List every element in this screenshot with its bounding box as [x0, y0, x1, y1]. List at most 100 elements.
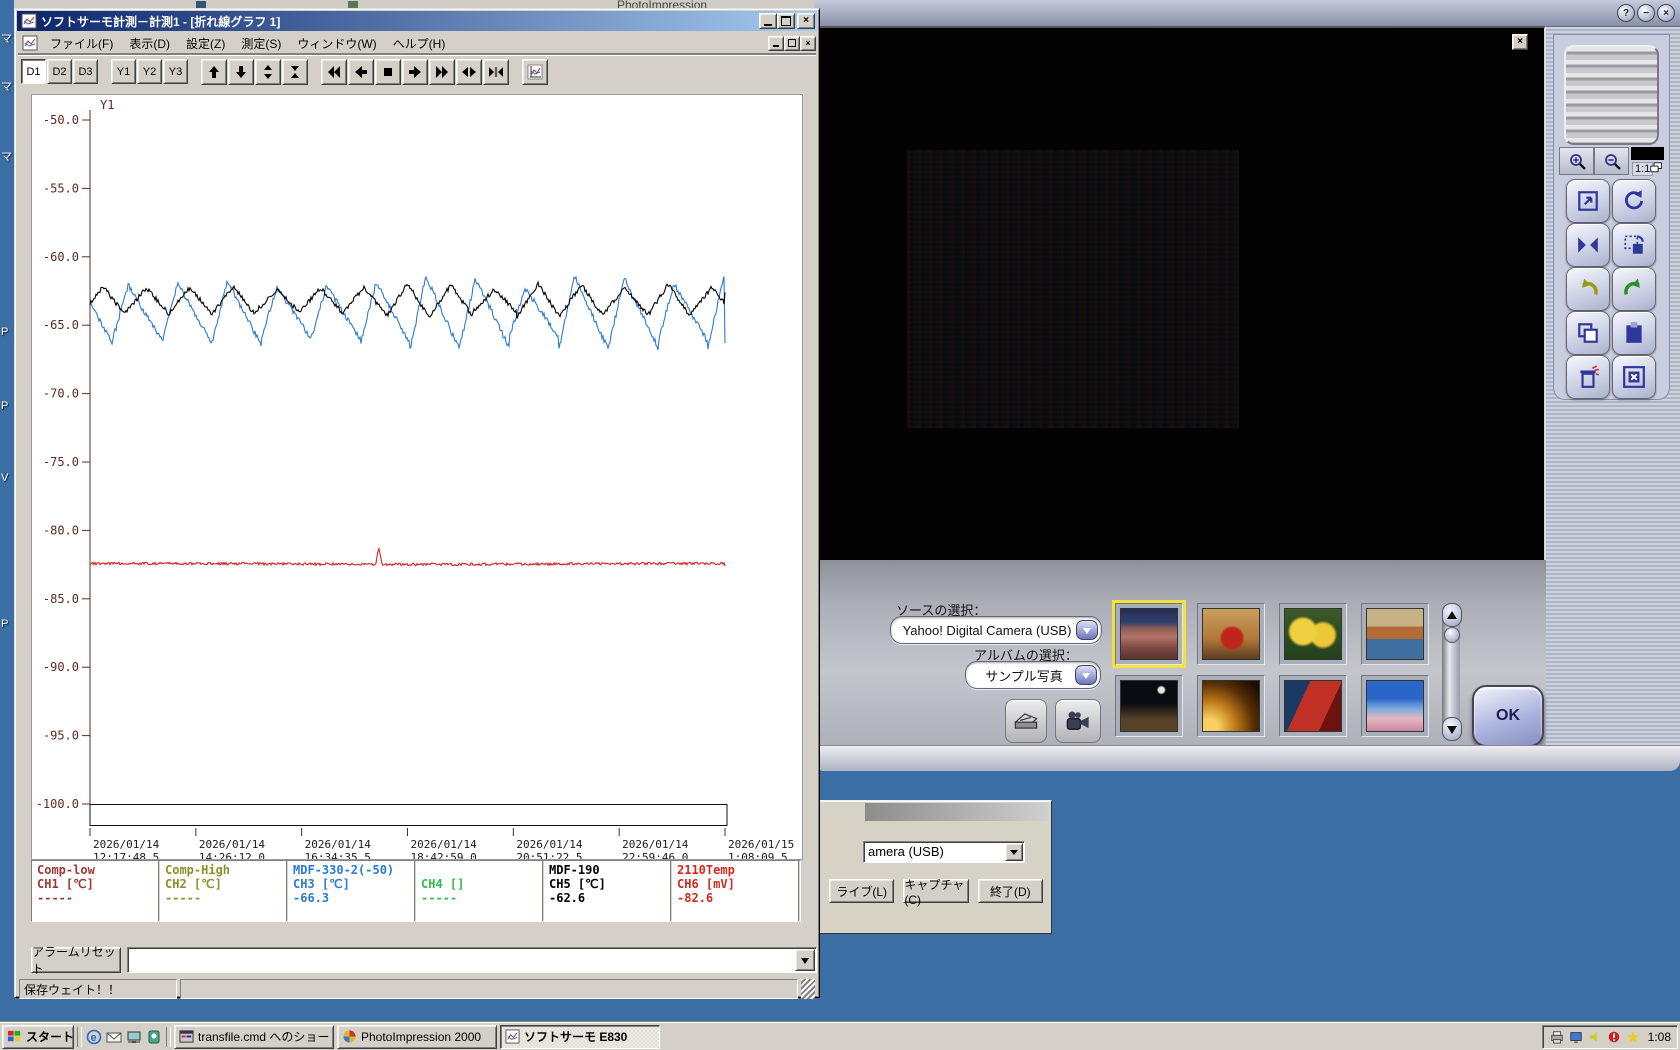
close-button[interactable]: × [797, 13, 815, 29]
redo-button[interactable] [1612, 267, 1656, 311]
thumbnail-golden-light-streaks[interactable] [1197, 675, 1265, 737]
flip-horizontal-button[interactable] [1566, 223, 1610, 267]
alarm-reset-button[interactable]: アラームリセット [31, 945, 121, 976]
mdi-close-button[interactable]: × [800, 35, 816, 51]
tray-star-icon[interactable] [1625, 1029, 1641, 1045]
compress-horizontal-button[interactable] [483, 58, 509, 85]
toolbar-button-d1[interactable]: D1 [21, 59, 46, 84]
live-button[interactable]: ライブ(L) [829, 879, 895, 903]
thumbnail-night-skyline[interactable] [1115, 675, 1183, 737]
source-select-combobox[interactable]: Yahoo! Digital Camera (USB) [890, 616, 1102, 644]
arrow-left-button[interactable] [348, 58, 374, 85]
camera-dropdown-arrow-icon[interactable] [1005, 843, 1023, 861]
legend-name: Comp-low [37, 863, 95, 877]
stop-button[interactable] [375, 58, 401, 85]
toolbar-button-y3[interactable]: Y3 [163, 59, 188, 84]
alarm-combobox[interactable] [127, 947, 817, 973]
cascade-icon[interactable] [1650, 162, 1663, 180]
scrollbar-thumb[interactable] [1444, 627, 1460, 643]
dialog-titlebar[interactable] [865, 803, 1048, 821]
resize-button[interactable] [1566, 179, 1610, 223]
mdi-child-icon[interactable] [22, 35, 38, 51]
menu-d[interactable]: 表示(D) [121, 33, 178, 54]
thermo-titlebar[interactable]: ソフトサーモ計測－計測1 - [折れ線グラフ 1] × [17, 11, 817, 31]
desktop-icon-label[interactable]: マ [1, 148, 12, 164]
arrow-up-button[interactable] [201, 58, 227, 85]
restore-button[interactable] [777, 13, 795, 29]
pi-close-button[interactable]: × [1657, 4, 1675, 22]
tray-printer-icon[interactable] [1549, 1029, 1565, 1045]
expand-horizontal-button[interactable] [456, 58, 482, 85]
expand-vertical-button[interactable] [255, 58, 281, 85]
task-button[interactable]: ソフトサーモ E830 [500, 1024, 660, 1049]
toolbar-button-d2[interactable]: D2 [47, 59, 72, 84]
mdi-minimize-button[interactable] [768, 35, 784, 51]
quicklaunch-desktop-icon[interactable] [125, 1028, 143, 1046]
rotate-button[interactable] [1612, 179, 1656, 223]
exit-button[interactable]: 終了(D) [977, 879, 1043, 903]
thumbnail-canyon-rock-spires[interactable] [1112, 600, 1186, 668]
thumbnail-red-cardinal-bird[interactable] [1197, 603, 1265, 665]
undo-button[interactable] [1566, 267, 1610, 311]
pi-minimize-button[interactable]: − [1637, 4, 1655, 22]
ok-button[interactable]: OK [1472, 685, 1544, 747]
toolbar-button-y1[interactable]: Y1 [111, 59, 136, 84]
thumbnail-yellow-flowers[interactable] [1279, 603, 1347, 665]
menu-s[interactable]: 測定(S) [233, 33, 289, 54]
compress-vertical-button[interactable] [282, 58, 308, 85]
resize-grip[interactable] [801, 979, 815, 999]
tray-alert-icon[interactable] [1606, 1029, 1622, 1045]
start-button[interactable]: スタート [2, 1024, 74, 1049]
album-dropdown-arrow-icon[interactable] [1075, 665, 1097, 685]
thumbnail-ship-red-hull[interactable] [1279, 675, 1347, 737]
graph-settings-button[interactable] [522, 58, 548, 85]
source-dropdown-arrow-icon[interactable] [1076, 620, 1098, 640]
quicklaunch-mail-icon[interactable] [105, 1028, 123, 1046]
paste-button[interactable] [1612, 311, 1656, 355]
menu-f[interactable]: ファイル(F) [42, 33, 121, 54]
desktop-icon-label[interactable]: P [1, 618, 8, 630]
minimize-button[interactable] [759, 13, 777, 29]
tray-volume-icon[interactable] [1587, 1029, 1603, 1045]
task-button[interactable]: PhotoImpression 2000 [337, 1024, 497, 1049]
menu-h[interactable]: ヘルプ(H) [385, 33, 454, 54]
alarm-dropdown-arrow-icon[interactable] [795, 949, 815, 971]
tool-panel-grip[interactable] [1564, 45, 1659, 145]
desktop-icon-label[interactable]: V [1, 472, 8, 484]
copy-button[interactable] [1566, 311, 1610, 355]
thumbnail-sky-pink-clouds[interactable] [1361, 675, 1429, 737]
desktop-icon-label[interactable]: マ [1, 30, 12, 46]
close-image-button[interactable] [1612, 355, 1656, 399]
crop-rotate-button[interactable] [1612, 223, 1656, 267]
zoom-in-button[interactable] [1559, 147, 1594, 175]
album-select-combobox[interactable]: サンプル写真 [965, 661, 1101, 689]
thumbnail-harbor-town[interactable] [1361, 603, 1429, 665]
task-button[interactable]: transfile.cmd へのショート... [174, 1024, 334, 1049]
menu-z[interactable]: 設定(Z) [178, 33, 233, 54]
help-button[interactable]: ? [1617, 4, 1635, 22]
double-right-button[interactable] [429, 58, 455, 85]
acquire-camera-button[interactable] [1055, 699, 1101, 743]
menu-w[interactable]: ウィンドウ(W) [289, 33, 384, 54]
arrow-right-button[interactable] [402, 58, 428, 85]
capture-button[interactable]: キャプチャ(C) [903, 878, 969, 907]
mdi-restore-button[interactable] [784, 35, 800, 51]
zoom-out-button[interactable] [1594, 147, 1629, 175]
desktop-icon-label[interactable]: マ [1, 78, 12, 94]
desktop-icon-label[interactable]: P [1, 326, 8, 338]
pi-image-close-icon[interactable]: × [1512, 34, 1528, 50]
quicklaunch-ie-icon[interactable]: e [85, 1028, 103, 1046]
desktop-icon-label[interactable]: P [1, 400, 8, 412]
acquire-scanner-button[interactable] [1005, 699, 1047, 743]
toolbar-button-y2[interactable]: Y2 [137, 59, 162, 84]
scrollbar-up-icon[interactable] [1442, 603, 1462, 627]
thumbnail-scrollbar[interactable] [1442, 603, 1462, 741]
double-left-button[interactable] [321, 58, 347, 85]
quicklaunch-channels-icon[interactable] [145, 1028, 163, 1046]
camera-source-combobox[interactable]: amera (USB) [863, 841, 1025, 863]
delete-button[interactable] [1566, 355, 1610, 399]
tray-display-icon[interactable] [1568, 1029, 1584, 1045]
arrow-down-button[interactable] [228, 58, 254, 85]
toolbar-button-d3[interactable]: D3 [73, 59, 98, 84]
scrollbar-down-icon[interactable] [1442, 717, 1462, 741]
